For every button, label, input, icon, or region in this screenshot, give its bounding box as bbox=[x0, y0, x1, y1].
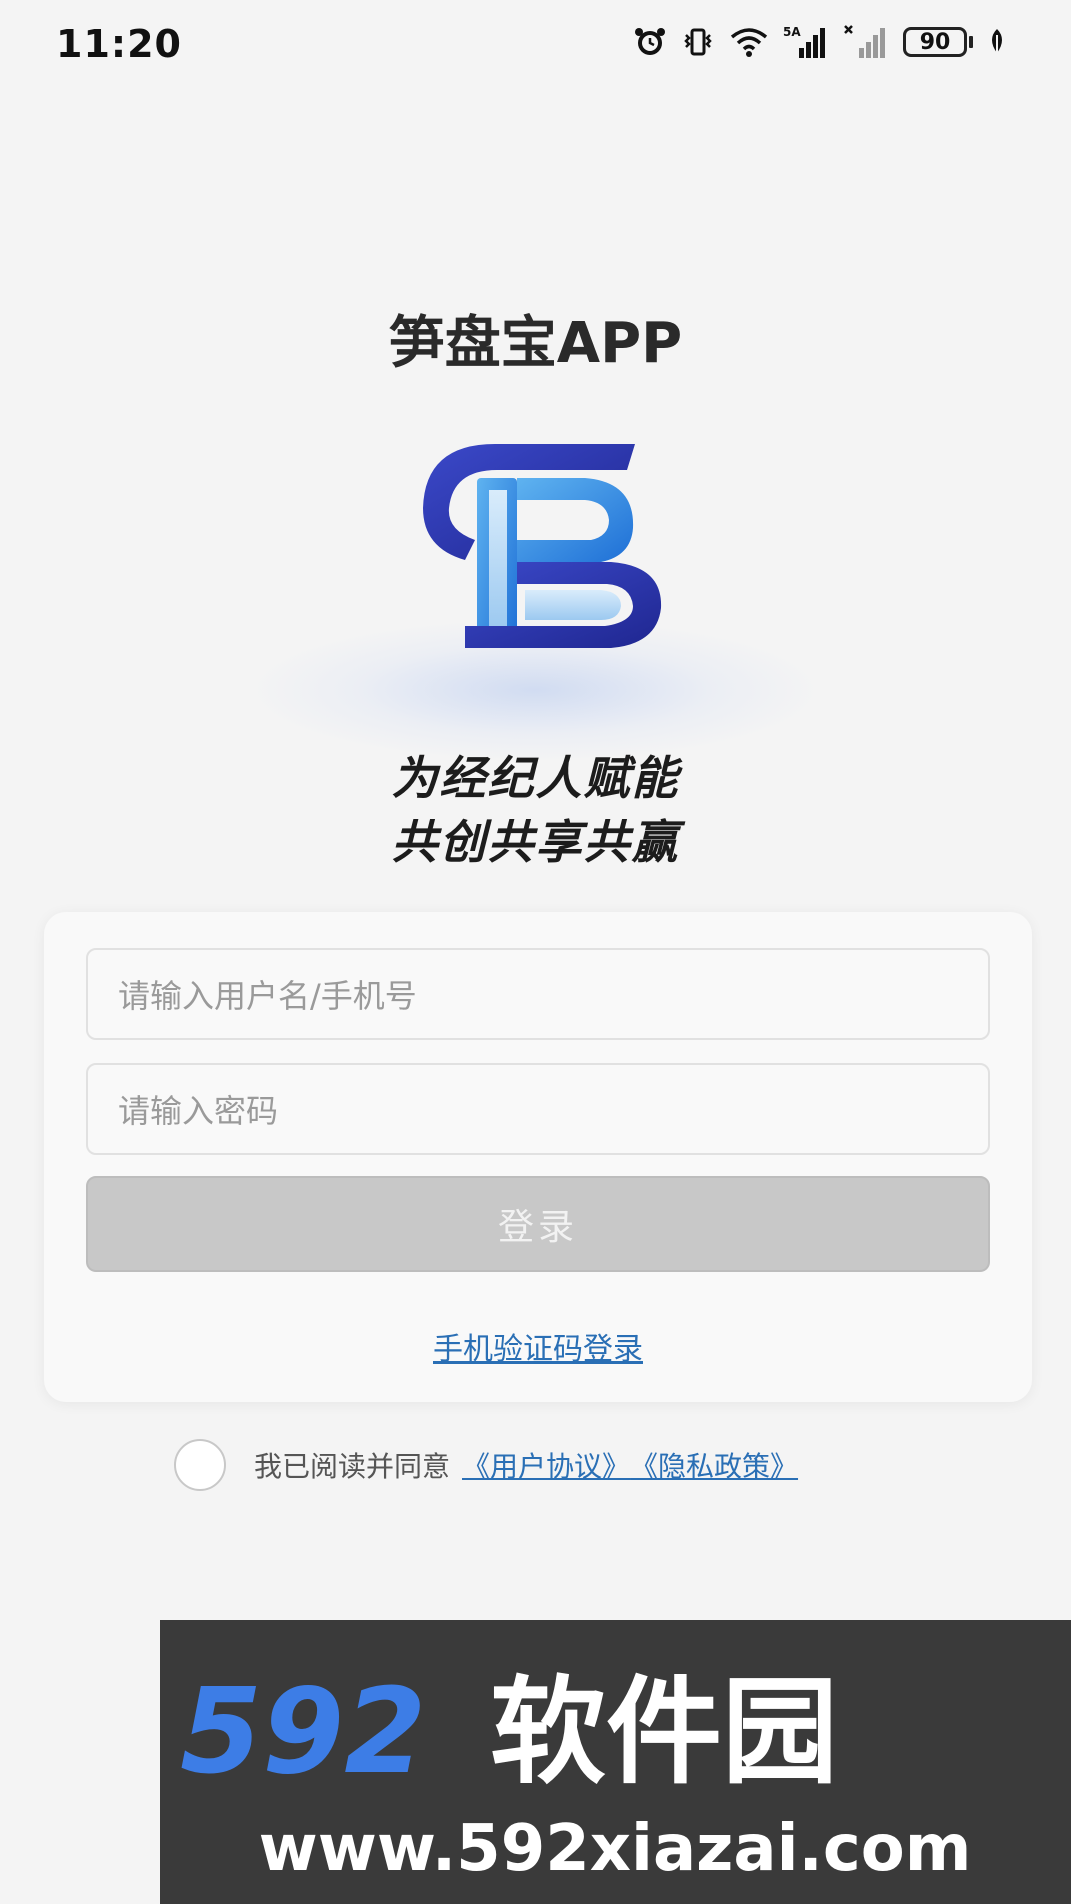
slogan-line-1: 为经纪人赋能 bbox=[391, 751, 680, 805]
privacy-policy-link[interactable]: 《隐私政策》 bbox=[630, 1445, 798, 1485]
sb-logo-icon bbox=[405, 430, 675, 660]
vibrate-icon bbox=[681, 25, 715, 59]
signal-no-service-icon bbox=[843, 24, 889, 60]
status-time: 11:20 bbox=[56, 22, 182, 66]
status-icons: 5A 90 bbox=[633, 22, 1007, 62]
password-input[interactable]: 请输入密码 bbox=[86, 1063, 990, 1155]
battery-level: 90 bbox=[903, 27, 967, 57]
network-label: 5A bbox=[783, 25, 801, 39]
login-button[interactable]: 登录 bbox=[86, 1176, 990, 1272]
user-agreement-link[interactable]: 《用户协议》 bbox=[462, 1445, 630, 1485]
status-bar: 11:20 5A 90 bbox=[0, 0, 1071, 92]
username-input[interactable]: 请输入用户名/手机号 bbox=[86, 948, 990, 1040]
login-card: 请输入用户名/手机号 请输入密码 登录 手机验证码登录 bbox=[44, 912, 1032, 1402]
sms-login-link[interactable]: 手机验证码登录 bbox=[44, 1324, 1032, 1368]
watermark-url: www.592xiazai.com bbox=[259, 1812, 972, 1886]
watermark-brand-number: 592 bbox=[180, 1662, 426, 1800]
watermark-banner: 592 软件园 www.592xiazai.com bbox=[160, 1620, 1071, 1904]
slogan-line-2: 共创共享共赢 bbox=[391, 815, 680, 869]
login-screen: 11:20 5A 90 笋盘宝APP 为经纪人赋能 共创共享共赢 请输入用户名/… bbox=[0, 0, 1071, 1904]
agree-checkbox[interactable] bbox=[174, 1439, 226, 1491]
alarm-icon bbox=[633, 25, 667, 59]
watermark-brand-name: 软件园 bbox=[490, 1665, 838, 1800]
battery-icon: 90 bbox=[903, 27, 973, 57]
signal-5a-icon: 5A bbox=[783, 24, 829, 60]
agree-text: 我已阅读并同意 bbox=[254, 1450, 451, 1483]
app-title: 笋盘宝APP bbox=[388, 311, 683, 376]
agreement-row: 我已阅读并同意 《用户协议》 《隐私政策》 bbox=[174, 1439, 798, 1491]
leaf-icon bbox=[987, 27, 1007, 57]
wifi-icon bbox=[729, 25, 769, 59]
